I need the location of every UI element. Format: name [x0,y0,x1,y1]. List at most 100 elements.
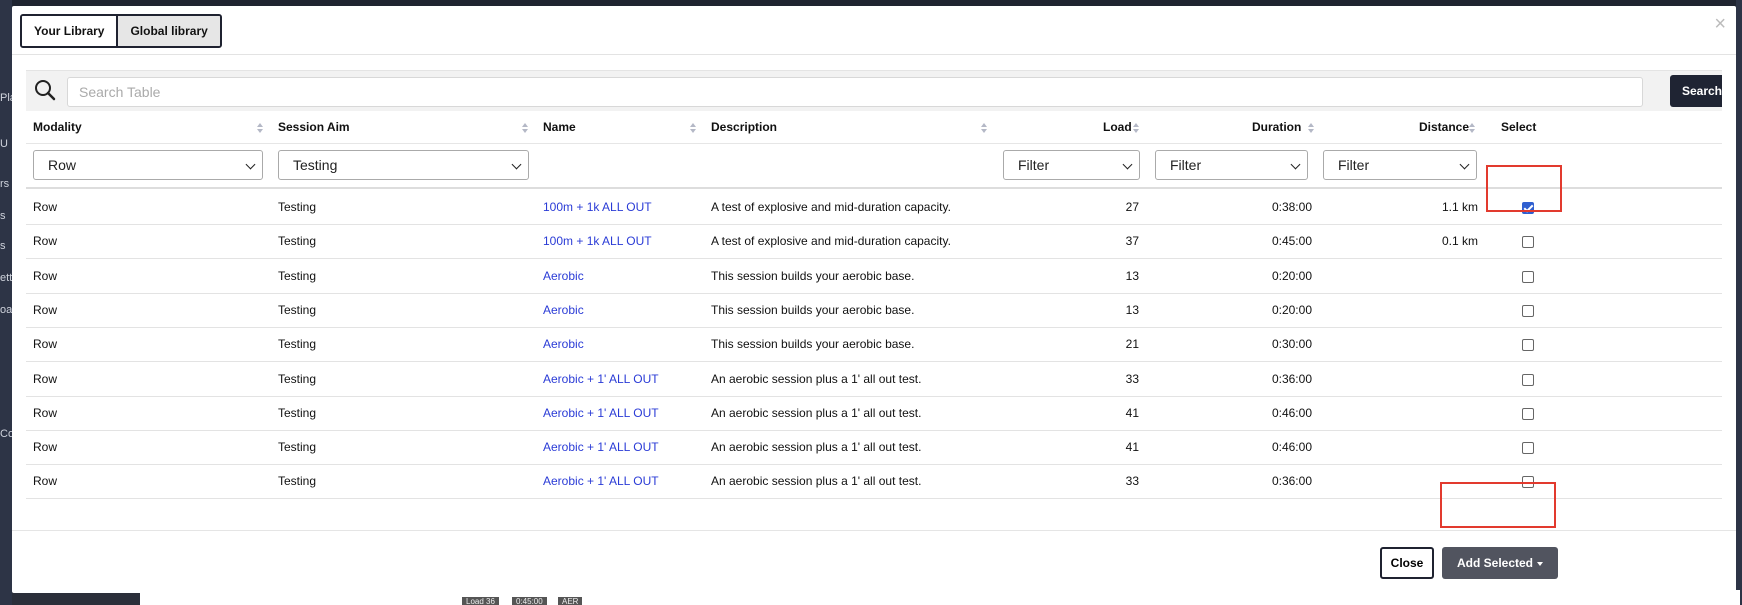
select-checkbox[interactable] [1522,373,1534,386]
cell-modality: Row [33,371,58,386]
select-checkbox[interactable] [1522,304,1534,317]
chevron-down-icon [245,159,256,170]
column-header-session-aim[interactable]: Session Aim [278,111,350,144]
cell-modality: Row [33,200,58,214]
distance-filter-value: Filter [1338,157,1370,173]
tab-global-library[interactable]: Global library [116,16,220,46]
select-checkbox[interactable] [1522,442,1534,455]
cell-session-aim: Testing [278,337,317,352]
modality-filter-select[interactable]: Row [33,150,263,180]
cell-description: This session builds your aerobic base. [711,268,915,283]
cell-description: An aerobic session plus a 1' all out tes… [711,405,922,420]
table-row: Row Testing Aerobic + 1' ALL OUT An aerobic… [26,363,1722,397]
select-checkbox[interactable] [1522,407,1534,420]
cell-load: 37 [1125,234,1139,249]
cell-session-aim: Testing [278,302,317,317]
cell-session-aim: Testing [278,234,317,249]
background-text: U [0,138,8,150]
column-header-name[interactable]: Name [543,111,576,144]
filter-row: Row Testing Filter Filter Filter [26,144,1722,189]
session-name-link[interactable]: Aerobic [543,294,584,327]
distance-filter-select[interactable]: Filter [1323,150,1477,180]
search-input[interactable] [67,77,1643,107]
cell-duration: 0:20:00 [1271,268,1312,283]
tab-your-library[interactable]: Your Library [22,16,117,46]
cell-modality: Row [33,234,58,249]
table-row: Row Testing 100m + 1k ALL OUT A test of exp… [26,191,1722,225]
cell-modality: Row [33,474,58,489]
session-aim-filter-value: Testing [293,157,338,173]
session-name-link[interactable]: Aerobic [543,260,584,293]
sort-icon[interactable] [690,123,697,133]
session-library-modal: × Your Library Global library Search Mod… [12,6,1736,593]
background-right-edge [1736,0,1742,605]
cell-modality: Row [33,302,58,317]
sort-icon[interactable] [981,123,988,133]
table-header: Modality Session Aim Name Description Lo… [26,111,1722,144]
table-row: Row Testing Aerobic + 1' ALL OUT An aerobic… [26,465,1722,500]
cell-duration: 0:36:00 [1271,474,1312,489]
cell-load: 33 [1125,371,1139,386]
search-button[interactable]: Search [1670,75,1722,107]
background-chip: 0:45:00 [512,597,547,605]
table-row: Row Testing Aerobic This session builds you… [26,260,1722,294]
select-checkbox[interactable] [1522,339,1534,352]
select-checkbox[interactable] [1522,202,1534,214]
column-header-distance[interactable]: Distance [1419,111,1469,144]
sort-icon[interactable] [1308,123,1315,133]
cell-session-aim: Testing [278,268,317,283]
session-name-link[interactable]: 100m + 1k ALL OUT [543,191,652,224]
add-selected-button[interactable]: Add Selected [1442,547,1558,579]
load-filter-value: Filter [1018,157,1050,173]
close-icon[interactable]: × [1714,14,1726,34]
cell-load: 41 [1125,440,1139,455]
column-header-modality[interactable]: Modality [33,111,82,144]
chevron-down-icon [1290,159,1301,170]
sort-icon[interactable] [1133,123,1140,133]
session-name-link[interactable]: 100m + 1k ALL OUT [543,225,652,258]
cell-load: 21 [1125,337,1139,352]
cell-modality: Row [33,440,58,455]
session-name-link[interactable]: Aerobic + 1' ALL OUT [543,363,659,396]
cell-description: An aerobic session plus a 1' all out tes… [711,371,922,386]
cell-session-aim: Testing [278,371,317,386]
cell-description: An aerobic session plus a 1' all out tes… [711,440,922,455]
session-name-link[interactable]: Aerobic [543,328,584,361]
cell-description: A test of explosive and mid-duration cap… [711,200,951,214]
background-chip: AER [558,597,583,605]
cell-distance: 1.1 km [1441,200,1478,214]
session-aim-filter-select[interactable]: Testing [278,150,529,180]
add-selected-label: Add Selected [1456,556,1534,570]
session-name-link[interactable]: Aerobic + 1' ALL OUT [543,397,659,430]
divider [12,54,1736,55]
column-header-load[interactable]: Load [1103,111,1132,144]
select-checkbox[interactable] [1522,476,1534,489]
load-filter-select[interactable]: Filter [1003,150,1140,180]
session-name-link[interactable]: Aerobic + 1' ALL OUT [543,431,659,464]
duration-filter-select[interactable]: Filter [1155,150,1308,180]
column-header-select: Select [1501,120,1537,134]
column-header-description[interactable]: Description [711,111,777,144]
close-button[interactable]: Close [1380,547,1434,579]
cell-distance: 0.1 km [1441,234,1478,249]
background-text: s [0,240,6,252]
modality-filter-value: Row [48,157,77,173]
search-icon [35,80,56,101]
sort-icon[interactable] [1469,123,1476,133]
cell-duration: 0:46:00 [1271,405,1312,420]
cell-duration: 0:36:00 [1271,371,1312,386]
session-name-link[interactable]: Aerobic + 1' ALL OUT [543,465,659,498]
sort-icon[interactable] [257,123,264,133]
select-checkbox[interactable] [1522,236,1534,249]
duration-filter-value: Filter [1170,157,1202,173]
sessions-table: Search Modality Session Aim Name Descrip… [26,70,1722,530]
background-text: rs [0,178,10,190]
select-checkbox[interactable] [1522,270,1534,283]
search-bar: Search [26,71,1722,111]
cell-description: An aerobic session plus a 1' all out tes… [711,474,922,489]
cell-load: 33 [1125,474,1139,489]
chevron-down-icon [1459,159,1470,170]
chevron-down-icon [511,159,522,170]
column-header-duration[interactable]: Duration [1252,111,1301,144]
sort-icon[interactable] [522,123,529,133]
